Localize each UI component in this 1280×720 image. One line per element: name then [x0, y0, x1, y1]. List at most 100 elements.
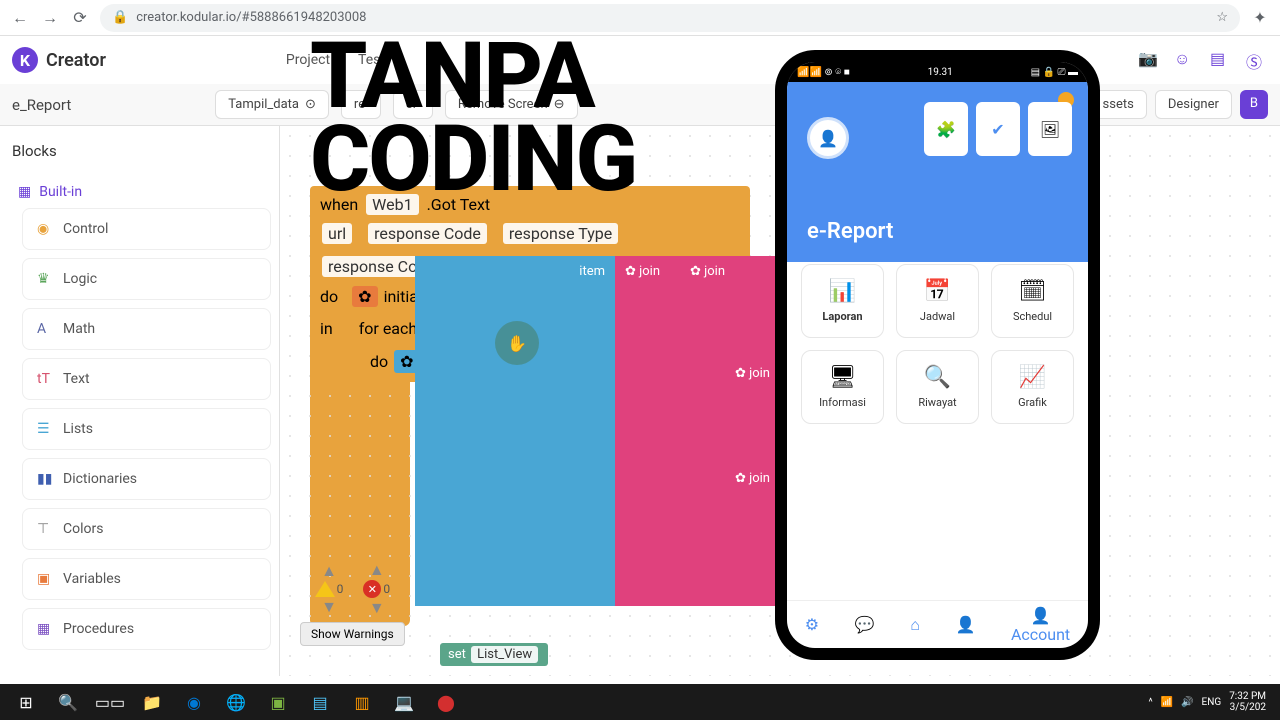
nav-settings-icon[interactable]: ⚙	[805, 615, 819, 634]
blocks-button[interactable]: B	[1240, 90, 1268, 119]
variables-icon: ▣	[37, 571, 53, 587]
screen-btn-2[interactable]: cr	[393, 90, 433, 119]
screen-selector[interactable]: Tampil_data ⊙	[215, 90, 329, 119]
cat-procedures[interactable]: ▦Procedures	[22, 608, 271, 650]
remove-screen-button[interactable]: Remove Screen ⊖	[445, 90, 578, 119]
chevron-up-icon[interactable]: ▲	[321, 561, 337, 581]
screen-btn-1[interactable]: re	[341, 90, 381, 119]
edge-icon[interactable]: ◉	[174, 687, 214, 717]
start-button[interactable]: ⊞	[6, 687, 46, 717]
address-bar[interactable]: 🔒 creator.kodular.io/#5888661948203008 ☆	[100, 4, 1240, 32]
gear-icon: ✿	[735, 471, 746, 486]
gear-icon: ✿	[625, 264, 636, 279]
tray-chevron-icon[interactable]: ^	[1148, 697, 1152, 708]
deco-image-icon: 🖼	[1028, 102, 1072, 156]
warning-icon	[315, 581, 335, 597]
app-icon-4[interactable]: 💻	[384, 687, 424, 717]
reload-button[interactable]: ⟳	[70, 8, 90, 28]
app-icon-2[interactable]: ▤	[300, 687, 340, 717]
designer-button[interactable]: Designer	[1155, 90, 1232, 119]
project-name: e_Report	[12, 96, 71, 114]
sidebar-title: Blocks	[8, 134, 271, 168]
camera-icon[interactable]: 📷	[1138, 49, 1160, 71]
builtin-group[interactable]: ▦ Built-in	[8, 176, 271, 208]
math-icon: A	[37, 321, 53, 337]
task-view-button[interactable]: ▭▭	[90, 687, 130, 717]
cat-variables[interactable]: ▣Variables	[22, 558, 271, 600]
brand-logo[interactable]: K Creator	[12, 47, 106, 73]
star-icon[interactable]: ☆	[1216, 10, 1228, 25]
menu-project[interactable]: Project	[286, 52, 330, 68]
chevron-down-icon[interactable]: ▼	[321, 597, 337, 617]
face-icon[interactable]: ☺	[1174, 49, 1196, 71]
cat-dictionaries[interactable]: ▮▮Dictionaries	[22, 458, 271, 500]
nav-account[interactable]: 👤 Account	[1011, 606, 1070, 644]
logo-badge-icon: K	[12, 47, 38, 73]
cat-text[interactable]: tTText	[22, 358, 271, 400]
explorer-icon[interactable]: 📁	[132, 687, 172, 717]
schedule-icon: 🗓	[998, 279, 1067, 304]
text-icon: tT	[37, 371, 53, 387]
menu-test[interactable]: Test	[358, 52, 385, 68]
lists-icon: ☰	[37, 421, 53, 437]
phone-mockup: 📶📶 ⊚ ⌾ ■ 19.31 ▤ 🔒 ⎚ ▬ 👤 🧩 ✔ 🖼 e-Report …	[775, 50, 1100, 660]
app-icon-1[interactable]: ▣	[258, 687, 298, 717]
language-indicator[interactable]: ENG	[1202, 697, 1222, 708]
signal-icon: 📶📶 ⊚ ⌾ ■	[797, 67, 850, 78]
gear-icon: ✿	[400, 352, 413, 371]
menu-laporan[interactable]: 📊Laporan	[801, 264, 884, 338]
avatar[interactable]: 👤	[807, 117, 849, 159]
forward-button[interactable]: →	[40, 8, 60, 28]
menu-riwayat[interactable]: 🔍Riwayat	[896, 350, 979, 424]
menu-schedul[interactable]: 🗓Schedul	[991, 264, 1074, 338]
search-button[interactable]: 🔍	[48, 687, 88, 717]
nav-chat-icon[interactable]: 💬	[855, 615, 875, 634]
trash-icon: ⊖	[554, 97, 565, 112]
chrome-icon[interactable]: 🌐	[216, 687, 256, 717]
blue-block[interactable]: item	[415, 256, 615, 606]
deco-puzzle-icon: 🧩	[924, 102, 968, 156]
cat-math[interactable]: AMath	[22, 308, 271, 350]
cat-control[interactable]: ◉Control	[22, 208, 271, 250]
extensions-icon[interactable]: ✦	[1250, 8, 1270, 28]
app-icon-3[interactable]: ▥	[342, 687, 382, 717]
show-warnings-button[interactable]: Show Warnings	[300, 622, 405, 646]
chevron-up-icon[interactable]: ▲	[369, 560, 385, 580]
chevron-down-icon[interactable]: ▼	[369, 598, 385, 618]
error-icon: ✕	[363, 580, 381, 598]
cat-lists[interactable]: ☰Lists	[22, 408, 271, 450]
gear-icon[interactable]: ✿	[352, 286, 377, 307]
menu-informasi[interactable]: 🖥Informasi	[801, 350, 884, 424]
set-block[interactable]: set List_View	[440, 643, 548, 666]
sidebar: Blocks ▦ Built-in ◉Control ♛Logic AMath …	[0, 126, 280, 676]
history-icon: 🔍	[903, 365, 972, 390]
back-button[interactable]: ←	[10, 8, 30, 28]
coin-icon[interactable]: Ⓢ	[1246, 49, 1268, 71]
docs-icon[interactable]: ▤	[1210, 49, 1232, 71]
warnings-panel: ▲ 0 ▼ ▲ ✕0 ▼ Show Warnings	[300, 560, 405, 646]
record-button[interactable]: ⬤	[426, 687, 466, 717]
gear-icon: ✿	[735, 366, 746, 381]
gear-icon: ✿	[690, 264, 701, 279]
network-icon[interactable]: 📶	[1161, 697, 1173, 708]
person-icon: 👤	[818, 129, 838, 148]
procedures-icon: ▦	[37, 621, 53, 637]
nav-home-icon[interactable]: ⌂	[910, 615, 920, 635]
control-icon: ◉	[37, 221, 53, 237]
info-icon: 🖥	[808, 365, 877, 390]
colors-icon: ⊤	[37, 521, 53, 537]
cat-colors[interactable]: ⊤Colors	[22, 508, 271, 550]
account-icon: 👤	[1031, 606, 1051, 625]
menu-jadwal[interactable]: 📅Jadwal	[896, 264, 979, 338]
url-text: creator.kodular.io/#5888661948203008	[136, 10, 366, 25]
clock[interactable]: 7:32 PM 3/5/202	[1229, 691, 1266, 713]
brand-name: Creator	[46, 50, 106, 71]
pink-block[interactable]: ✿ join ✿ join ✿ join ✿ join	[615, 256, 780, 606]
menu-grafik[interactable]: 📈Grafik	[991, 350, 1074, 424]
browser-toolbar: ← → ⟳ 🔒 creator.kodular.io/#588866194820…	[0, 0, 1280, 36]
nav-profile-icon[interactable]: 👤	[955, 615, 975, 634]
phone-status-bar: 📶📶 ⊚ ⌾ ■ 19.31 ▤ 🔒 ⎚ ▬	[787, 62, 1088, 82]
phone-header: 👤 🧩 ✔ 🖼 e-Report	[787, 82, 1088, 262]
cat-logic[interactable]: ♛Logic	[22, 258, 271, 300]
volume-icon[interactable]: 🔊	[1181, 697, 1193, 708]
